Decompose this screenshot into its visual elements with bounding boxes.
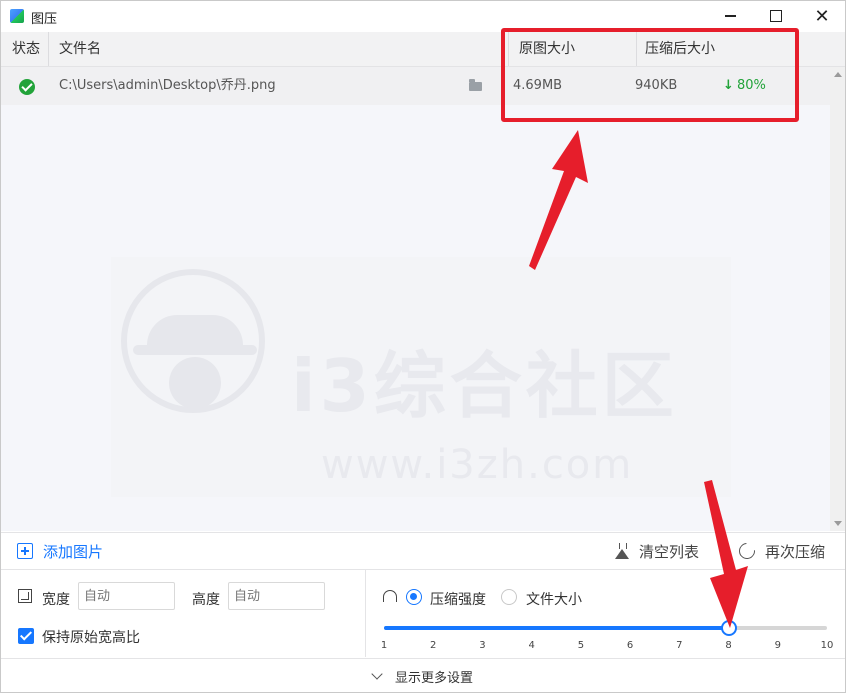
vertical-scrollbar[interactable] bbox=[830, 67, 845, 531]
slider-tick-label: 8 bbox=[725, 640, 732, 651]
scroll-down-arrow-icon[interactable] bbox=[834, 521, 842, 526]
height-input[interactable] bbox=[228, 582, 325, 610]
close-icon: ✕ bbox=[814, 5, 830, 27]
maximize-button[interactable] bbox=[753, 1, 799, 31]
compression-settings: 压缩强度 文件大小 1 2 3 4 5 6 7 8 9 10 bbox=[366, 570, 845, 657]
success-check-icon bbox=[19, 79, 35, 95]
keep-ratio-checkbox[interactable] bbox=[18, 628, 34, 644]
title-bar[interactable]: 图压 ✕ bbox=[1, 1, 845, 31]
resize-icon bbox=[18, 589, 32, 603]
window-title: 图压 bbox=[31, 12, 58, 27]
show-more-settings-button[interactable]: 显示更多设置 bbox=[1, 658, 845, 692]
scroll-up-arrow-icon[interactable] bbox=[834, 72, 842, 77]
slider-tick-label: 5 bbox=[577, 640, 585, 651]
size-settings: 宽度 高度 保持原始宽高比 bbox=[1, 570, 366, 657]
header-filename[interactable]: 文件名 bbox=[48, 32, 101, 66]
slider-tick-label: 1 bbox=[380, 640, 388, 651]
clear-list-button[interactable]: 清空列表 bbox=[615, 541, 699, 561]
keep-ratio-label[interactable]: 保持原始宽高比 bbox=[42, 627, 140, 647]
file-list[interactable]: i3综合社区 www.i3zh.com C:\Users\admin\Deskt… bbox=[1, 67, 830, 531]
height-label: 高度 bbox=[192, 592, 220, 608]
minimize-icon bbox=[724, 15, 736, 17]
recompress-button[interactable]: 再次压缩 bbox=[735, 539, 826, 563]
annotation-arrow-down bbox=[704, 480, 748, 628]
add-icon bbox=[17, 543, 33, 559]
recompress-label: 再次压缩 bbox=[765, 542, 826, 561]
close-button[interactable]: ✕ bbox=[799, 1, 845, 31]
strength-radio[interactable] bbox=[406, 589, 422, 605]
watermark-hat bbox=[147, 315, 243, 349]
flask-icon bbox=[615, 543, 629, 559]
slider-tick-label: 2 bbox=[430, 640, 437, 651]
app-icon bbox=[10, 9, 24, 23]
width-label: 宽度 bbox=[42, 592, 70, 608]
chevron-down-icon bbox=[371, 668, 383, 680]
slider-tick-label: 7 bbox=[676, 640, 683, 651]
slider-tick-label: 10 bbox=[820, 640, 834, 651]
file-size-radio[interactable] bbox=[501, 589, 517, 605]
watermark-head bbox=[169, 357, 221, 409]
strength-slider[interactable] bbox=[384, 620, 827, 636]
file-path: C:\Users\admin\Desktop\乔丹.png bbox=[59, 78, 276, 93]
add-image-label: 添加图片 bbox=[43, 542, 104, 561]
curve-icon bbox=[383, 590, 397, 602]
slider-tick-label: 6 bbox=[626, 640, 634, 651]
maximize-icon bbox=[770, 10, 782, 22]
slider-fill bbox=[384, 626, 729, 630]
width-input[interactable] bbox=[78, 582, 175, 610]
annotation-arrow-up bbox=[529, 130, 588, 270]
watermark-title: i3综合社区 bbox=[291, 344, 678, 428]
slider-tick-label: 3 bbox=[479, 640, 486, 651]
show-more-label: 显示更多设置 bbox=[394, 670, 473, 686]
open-folder-icon[interactable] bbox=[469, 79, 482, 91]
watermark: i3综合社区 www.i3zh.com bbox=[111, 257, 731, 497]
add-image-button[interactable]: 添加图片 bbox=[17, 541, 103, 561]
slider-tick-label: 4 bbox=[528, 640, 535, 651]
header-status[interactable]: 状态 bbox=[12, 32, 40, 66]
slider-tick-label: 9 bbox=[774, 640, 781, 651]
minimize-button[interactable] bbox=[707, 1, 753, 31]
watermark-brim bbox=[133, 345, 257, 355]
watermark-url: www.i3zh.com bbox=[321, 442, 634, 488]
file-size-label[interactable]: 文件大小 bbox=[526, 589, 582, 609]
strength-label[interactable]: 压缩强度 bbox=[430, 589, 486, 609]
annotation-highlight-box bbox=[501, 28, 799, 122]
